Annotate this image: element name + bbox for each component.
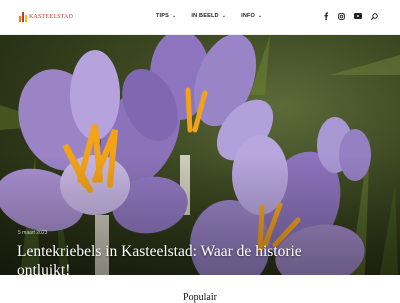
nav-item-tips[interactable]: TIPS ⌄	[156, 13, 176, 19]
search-icon[interactable]	[371, 12, 378, 20]
nav-item-label: INFO	[241, 13, 256, 19]
nav-item-label: TIPS	[156, 13, 170, 19]
nav-item-info[interactable]: INFO ⌄	[241, 13, 262, 19]
logo-mark-icon	[19, 12, 27, 22]
facebook-icon[interactable]	[323, 12, 329, 20]
nav-item-in-beeld[interactable]: IN BEELD ⌄	[191, 13, 226, 19]
chevron-down-icon: ⌄	[258, 13, 263, 19]
youtube-icon[interactable]	[354, 13, 362, 19]
main-menu: TIPS ⌄ IN BEELD ⌄ INFO ⌄	[156, 13, 262, 19]
article-date: 5 maart 2023	[18, 230, 48, 236]
social-links	[323, 12, 378, 20]
section-title: Populair	[183, 292, 217, 303]
instagram-icon[interactable]	[338, 12, 345, 20]
logo-text: KASTEELSTAD	[29, 14, 74, 20]
top-navigation-bar: KASTEELSTAD TIPS ⌄ IN BEELD ⌄ INFO ⌄	[0, 0, 400, 35]
popular-section: Populair	[0, 275, 400, 303]
chevron-down-icon: ⌄	[221, 13, 227, 19]
site-logo[interactable]: KASTEELSTAD	[19, 12, 73, 22]
chevron-down-icon: ⌄	[172, 13, 177, 19]
nav-item-label: IN BEELD	[191, 13, 219, 19]
article-headline[interactable]: Lentekriebels in Kasteelstad: Waar de hi…	[17, 242, 347, 275]
hero-featured-article[interactable]: 5 maart 2023 Lentekriebels in Kasteelsta…	[0, 35, 400, 275]
